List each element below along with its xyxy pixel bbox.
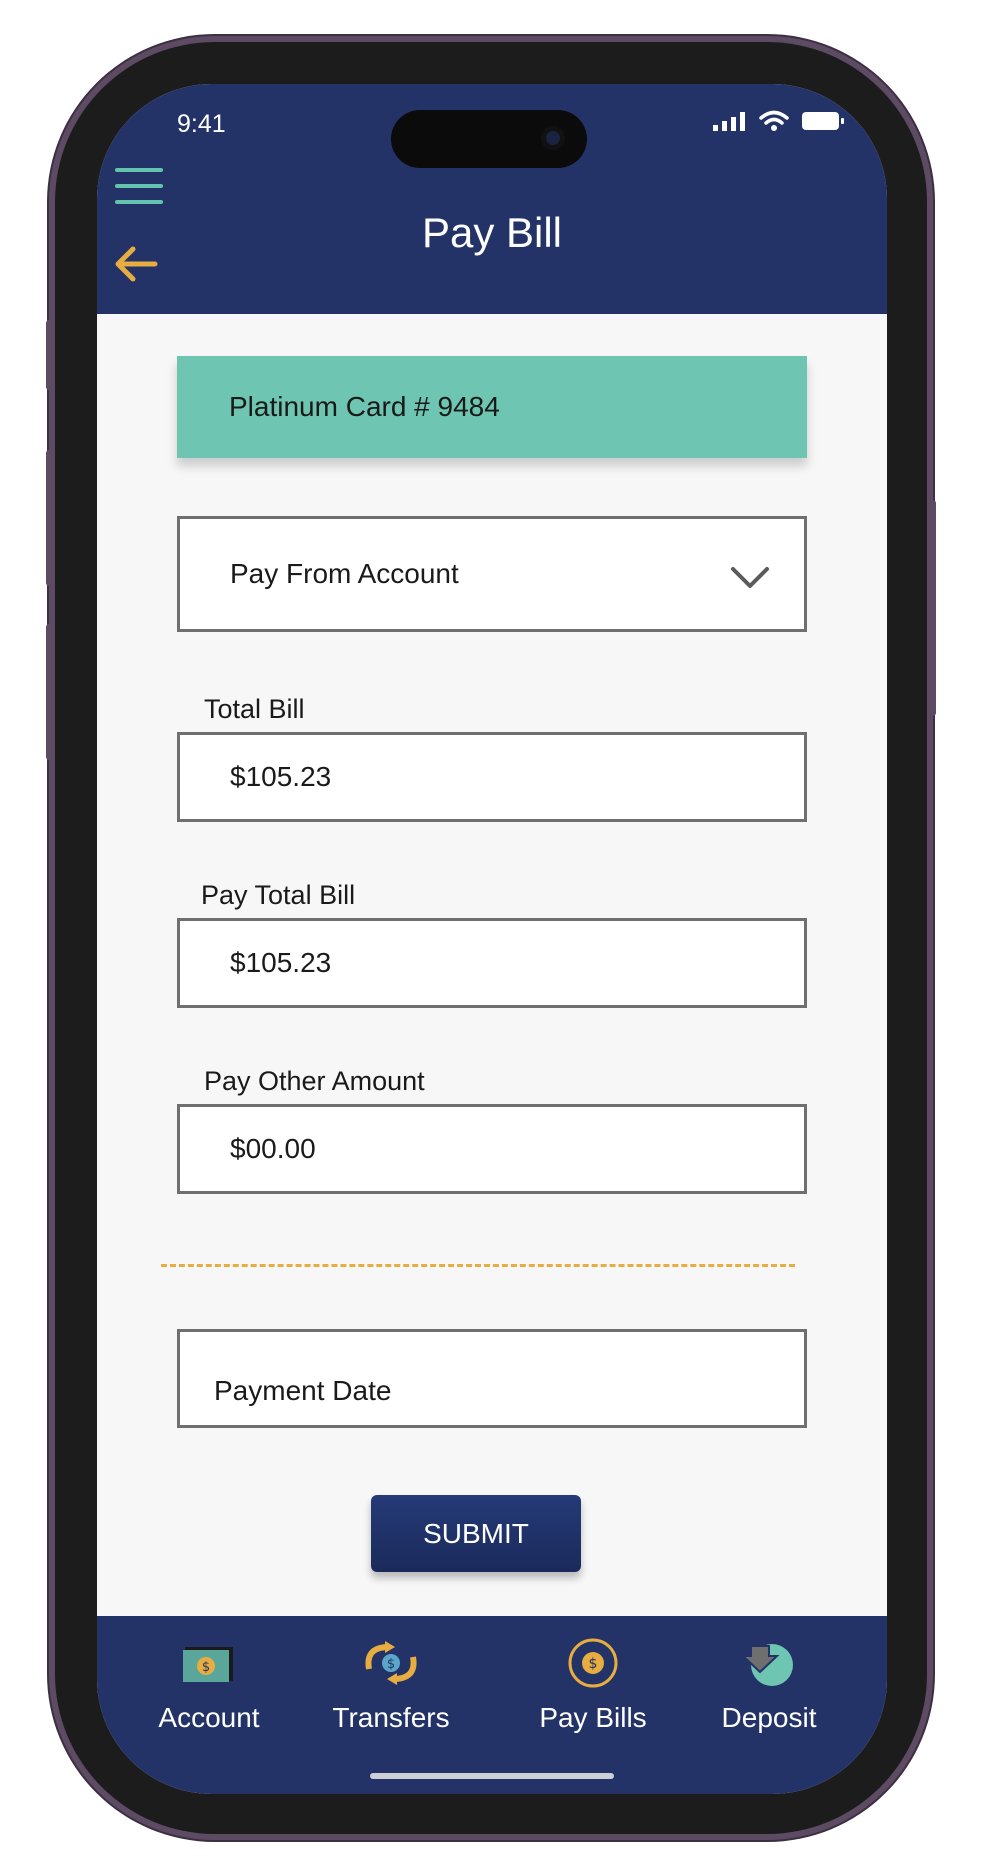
home-indicator[interactable] (370, 1773, 614, 1779)
card-label: Platinum Card # 9484 (229, 391, 500, 422)
selected-card-banner[interactable]: Platinum Card # 9484 (177, 356, 807, 458)
svg-text:$: $ (387, 1657, 395, 1672)
status-time: 9:41 (177, 110, 226, 138)
camera-icon (541, 126, 565, 150)
tab-transfers-label: Transfers (332, 1702, 450, 1733)
total-bill-label: Total Bill (204, 694, 305, 724)
pay-total-bill-field[interactable]: $105.23 (177, 918, 807, 1008)
pay-total-bill-value: $105.23 (230, 947, 332, 978)
pay-from-account-label: Pay From Account (230, 558, 459, 589)
pay-other-amount-label: Pay Other Amount (204, 1066, 425, 1096)
wallet-icon: $ (183, 1647, 233, 1682)
pay-other-amount-input[interactable]: $00.00 (177, 1104, 807, 1194)
total-bill-value: $105.23 (230, 761, 332, 792)
phone-side-button (46, 450, 54, 586)
tab-deposit-label: Deposit (721, 1702, 817, 1733)
section-divider (161, 1264, 795, 1267)
tab-account[interactable]: $ Account (129, 1636, 289, 1734)
tab-pay-bills[interactable]: $ Pay Bills (513, 1636, 673, 1734)
dollar-coin-icon: $ (568, 1638, 618, 1688)
submit-button-label: SUBMIT (423, 1517, 529, 1549)
signal-icon (713, 112, 745, 131)
app-screen: 9:41 Pay Bill Platinum Card # 9484 Pay F… (97, 84, 887, 1794)
submit-button[interactable]: SUBMIT (371, 1495, 581, 1572)
svg-text:$: $ (589, 1656, 598, 1672)
phone-side-button (46, 320, 54, 390)
tab-deposit[interactable]: Deposit (689, 1636, 849, 1734)
wifi-icon (759, 110, 789, 131)
deposit-icon (740, 1644, 793, 1686)
phone-side-button (928, 500, 936, 716)
svg-text:$: $ (202, 1660, 210, 1675)
total-bill-field[interactable]: $105.23 (177, 732, 807, 822)
hamburger-menu-icon[interactable] (115, 168, 163, 208)
tab-pay-bills-label: Pay Bills (539, 1702, 647, 1733)
transfer-icon: $ (365, 1641, 417, 1685)
chevron-down-icon (731, 567, 769, 588)
phone-side-button (46, 624, 54, 760)
pay-total-bill-label: Pay Total Bill (201, 880, 356, 910)
tab-account-label: Account (158, 1702, 260, 1733)
battery-icon (802, 112, 844, 130)
tab-transfers[interactable]: $ Transfers (311, 1636, 471, 1734)
pay-from-account-dropdown[interactable]: Pay From Account (177, 516, 807, 632)
status-icons (713, 110, 845, 132)
dynamic-island (391, 110, 587, 168)
pay-other-amount-value: $00.00 (230, 1133, 316, 1164)
app-header: 9:41 Pay Bill (97, 84, 887, 314)
bottom-tab-bar: $ Account $ Transfers $ Pay Bills Deposi… (97, 1616, 887, 1794)
payment-date-placeholder: Payment Date (214, 1375, 392, 1406)
page-title: Pay Bill (421, 209, 563, 256)
payment-date-field[interactable]: Payment Date (177, 1329, 807, 1428)
